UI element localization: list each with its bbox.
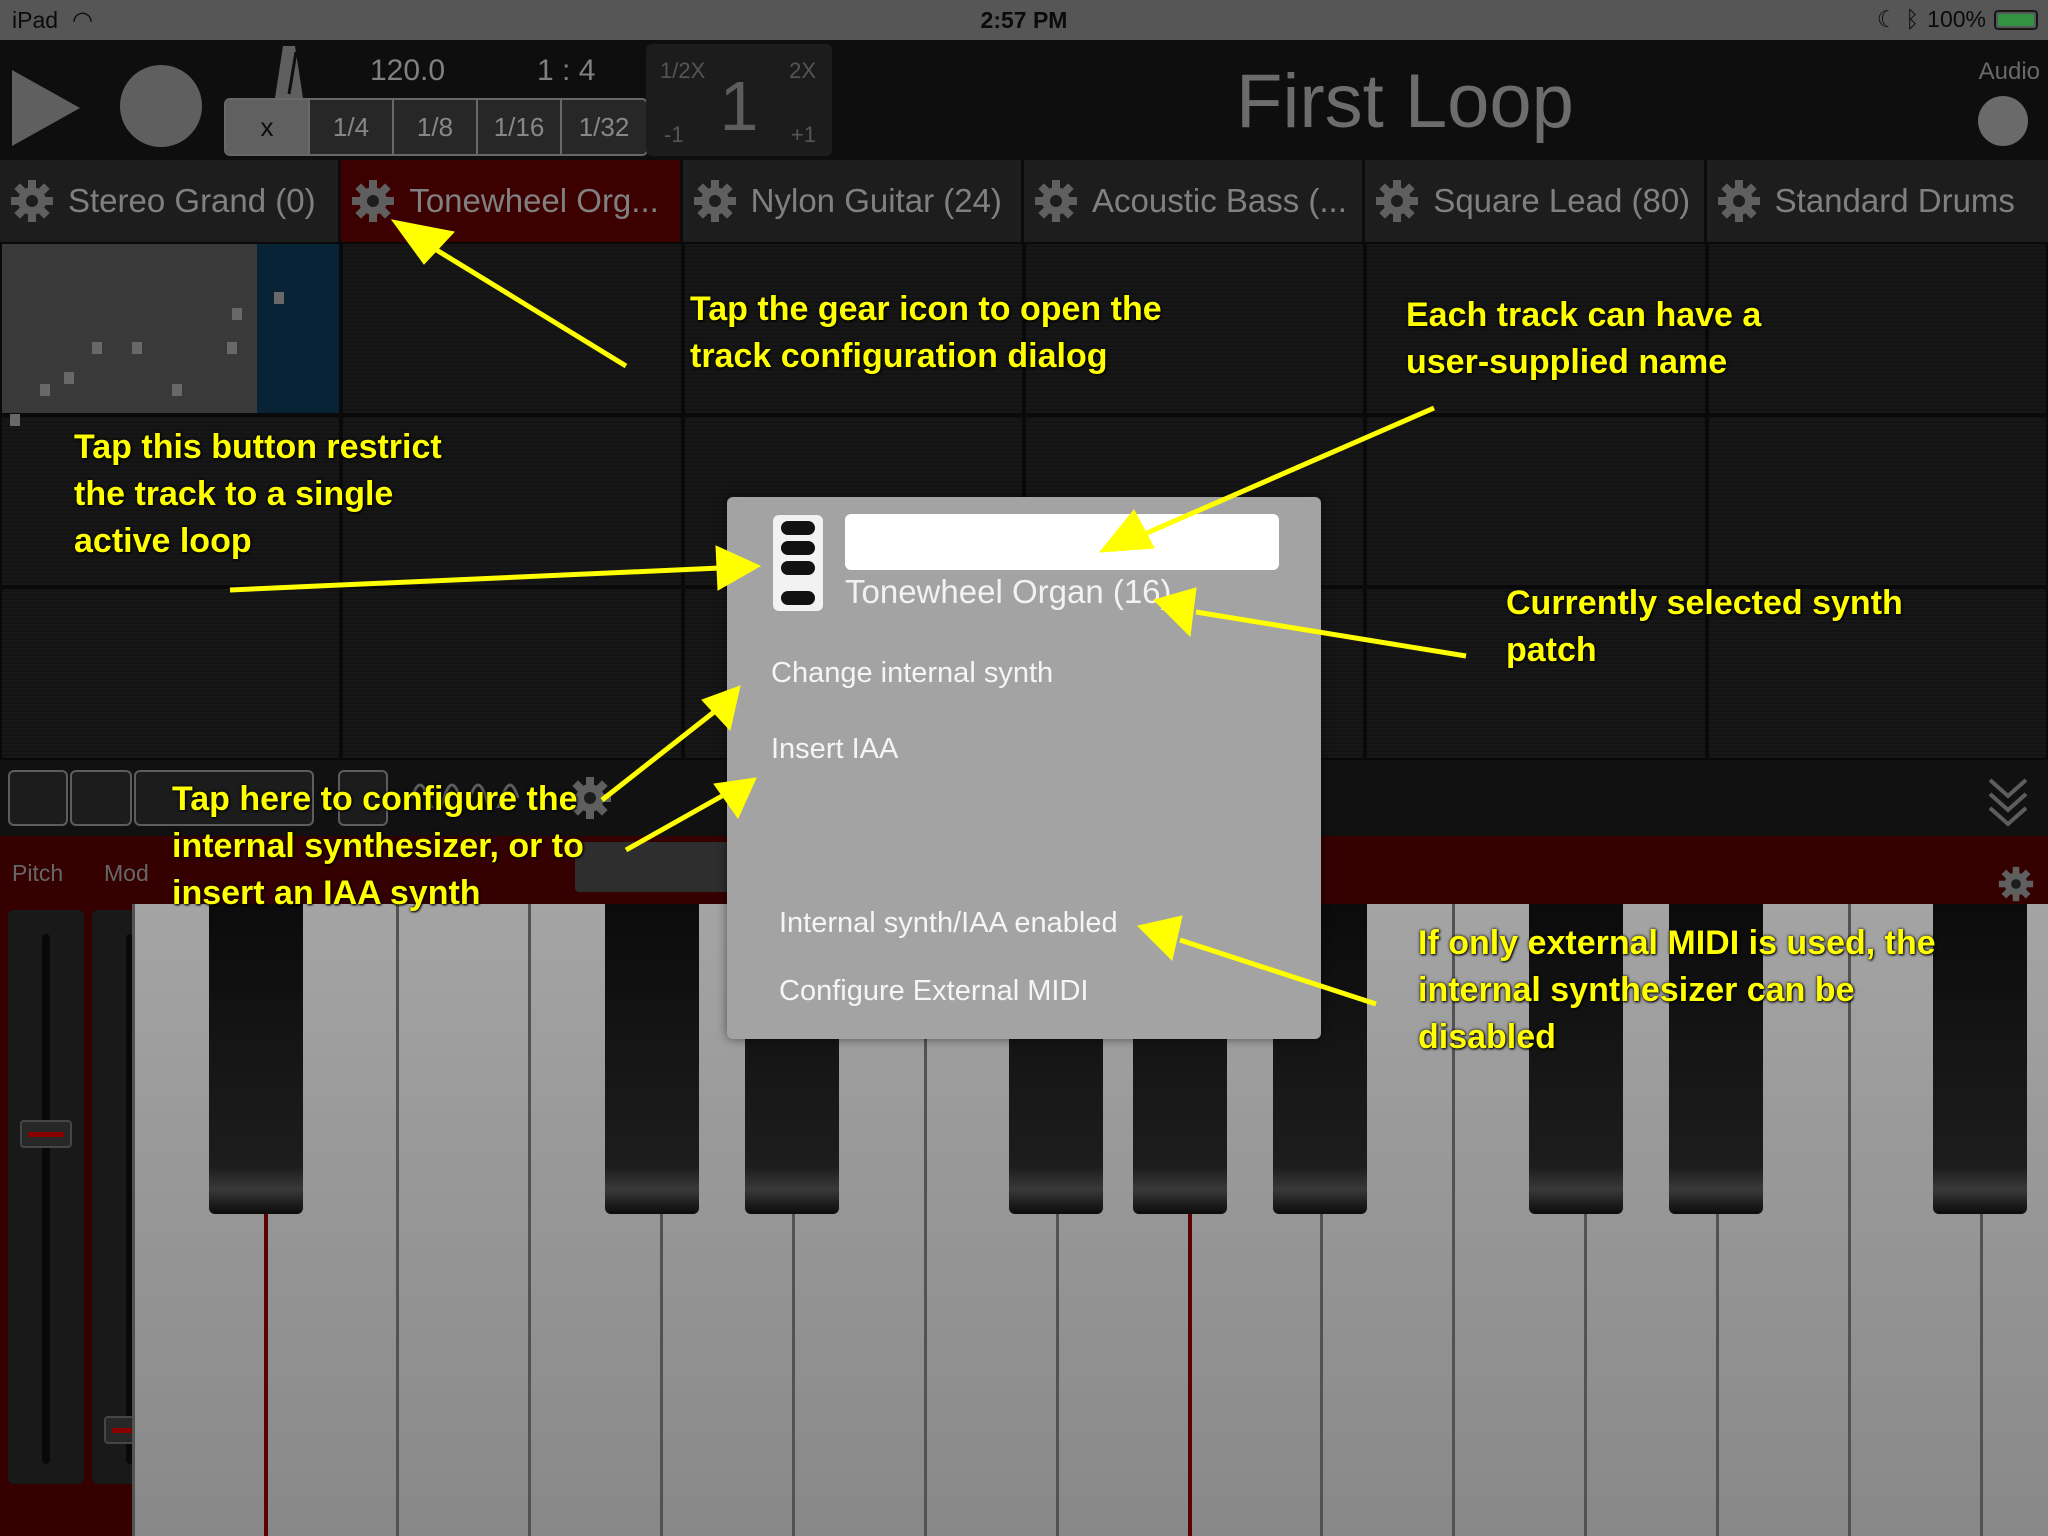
clock: 2:57 PM xyxy=(980,7,1068,33)
tempo-display[interactable]: 120.0 xyxy=(370,54,445,88)
app-root: iPad ◠ 2:57 PM ☾ ᛒ 100% 120.0 1 : 4 x 1/… xyxy=(0,0,2048,1536)
record-button[interactable] xyxy=(120,65,202,147)
time-signature[interactable]: 1 : 4 xyxy=(537,54,595,88)
quantize-eighth-button[interactable]: 1/8 xyxy=(394,100,478,154)
quantize-off-button[interactable]: x xyxy=(226,100,310,154)
bluetooth-icon: ᛒ xyxy=(1905,6,1920,32)
note-patch: Currently selected synth patch xyxy=(1506,584,1903,669)
white-key[interactable] xyxy=(396,904,528,1536)
current-patch[interactable]: Tonewheel Organ (16) xyxy=(845,573,1172,611)
loop-title[interactable]: First Loop xyxy=(1130,58,1680,145)
status-bar: iPad ◠ 2:57 PM ☾ ᛒ 100% xyxy=(0,0,2048,40)
track-header-6[interactable]: Standard Drums xyxy=(1706,160,2048,242)
chevron-down-icon[interactable] xyxy=(1986,774,2030,830)
track-headers: Stereo Grand (0) Tonewheel Org... Nylon … xyxy=(0,160,2048,242)
note-midi: If only external MIDI is used, the inter… xyxy=(1418,924,1936,1056)
track-name: Stereo Grand (0) xyxy=(68,182,316,219)
metronome-icon[interactable] xyxy=(274,44,304,100)
black-key[interactable] xyxy=(209,904,303,1214)
track-name: Square Lead (80) xyxy=(1433,182,1691,219)
quantize-sixteenth-button[interactable]: 1/16 xyxy=(478,100,562,154)
pitch-wheel[interactable] xyxy=(8,910,84,1484)
quantize-quarter-button[interactable]: 1/4 xyxy=(310,100,394,154)
note-configure: Tap here to configure the internal synth… xyxy=(172,780,584,912)
note-gear: Tap the gear icon to open the track conf… xyxy=(690,290,1162,375)
gear-icon[interactable] xyxy=(10,179,54,223)
keyboard-range-slider[interactable] xyxy=(575,842,730,892)
pitch-thumb[interactable] xyxy=(20,1119,72,1148)
loop-cell[interactable] xyxy=(1708,416,2046,586)
note-restrict: Tap this button restrict the track to a … xyxy=(74,428,442,560)
loop-cell[interactable] xyxy=(343,589,681,758)
loop-cell[interactable] xyxy=(343,244,681,413)
pitch-label: Pitch xyxy=(12,860,64,886)
single-loop-toggle[interactable] xyxy=(773,515,823,611)
black-key[interactable] xyxy=(605,904,699,1214)
black-key[interactable] xyxy=(1933,904,2027,1214)
change-synth-option[interactable]: Change internal synth xyxy=(771,657,1053,690)
track-name: Nylon Guitar (24) xyxy=(750,182,1002,219)
track-name: Standard Drums xyxy=(1774,182,2015,219)
battery-icon xyxy=(1994,9,2038,30)
mod-label: Mod xyxy=(104,860,149,886)
battery-percent: 100% xyxy=(1927,6,1986,32)
insert-iaa-option[interactable]: Insert IAA xyxy=(771,733,898,766)
zoom-plus[interactable]: +1 xyxy=(791,122,816,148)
audio-button[interactable] xyxy=(1978,96,2028,146)
gear-icon[interactable] xyxy=(1717,179,1761,223)
zoom-control[interactable]: 1/2X 2X 1 -1 +1 xyxy=(646,44,832,156)
track-name-input[interactable] xyxy=(845,514,1279,570)
transport-bar: 120.0 1 : 4 x 1/4 1/8 1/16 1/32 1/2X 2X … xyxy=(0,40,2048,160)
track-config-dialog: Tonewheel Organ (16) Change internal syn… xyxy=(727,497,1321,1039)
status-right: ☾ ᛒ 100% xyxy=(1877,6,2038,33)
track-name: Acoustic Bass (... xyxy=(1091,182,1347,219)
gear-icon[interactable] xyxy=(351,179,395,223)
audio-label: Audio xyxy=(1978,58,2040,85)
track-header-4[interactable]: Acoustic Bass (... xyxy=(1023,160,1366,242)
track-header-5[interactable]: Square Lead (80) xyxy=(1365,160,1707,242)
track-header-1[interactable]: Stereo Grand (0) xyxy=(0,160,342,242)
note-name: Each track can have a user-supplied name xyxy=(1406,296,1762,381)
zoom-minus[interactable]: -1 xyxy=(664,122,684,148)
keyboard-icon[interactable] xyxy=(8,770,68,826)
configure-midi-option[interactable]: Configure External MIDI xyxy=(779,975,1088,1008)
pads-icon[interactable] xyxy=(70,770,132,826)
keyboard-gear-icon[interactable] xyxy=(1998,866,2034,902)
quantize-selector: x 1/4 1/8 1/16 1/32 xyxy=(224,98,648,156)
play-button[interactable] xyxy=(12,70,80,146)
track-header-3[interactable]: Nylon Guitar (24) xyxy=(682,160,1024,242)
gear-icon[interactable] xyxy=(1034,179,1078,223)
track-header-2[interactable]: Tonewheel Org... xyxy=(341,160,683,242)
loop-cell[interactable] xyxy=(2,244,340,426)
moon-icon: ☾ xyxy=(1876,6,1898,32)
loop-cell[interactable] xyxy=(1367,416,1705,586)
quantize-thirtysecond-button[interactable]: 1/32 xyxy=(562,100,646,154)
track-name: Tonewheel Org... xyxy=(409,182,659,219)
synth-enabled-toggle[interactable]: Internal synth/IAA enabled xyxy=(779,907,1118,940)
loop-cell[interactable] xyxy=(2,589,340,758)
gear-icon[interactable] xyxy=(693,179,737,223)
gear-icon[interactable] xyxy=(1375,179,1419,223)
